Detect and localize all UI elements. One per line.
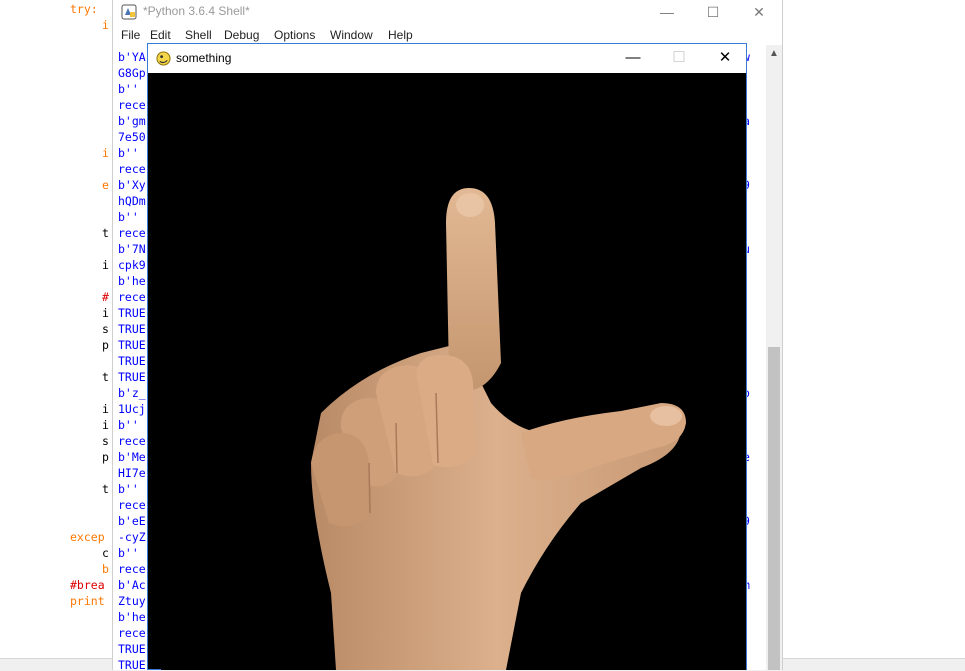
editor-line: e <box>102 178 109 192</box>
hand-l-sign-image <box>311 188 686 670</box>
shell-output-line: TRUE <box>118 370 146 384</box>
editor-line: c <box>102 546 109 560</box>
popup-image-canvas <box>161 73 746 670</box>
editor-line: i <box>102 18 109 32</box>
editor-window: try: i i e t i # i s p t i i s p t excep c b #brea print <box>0 0 112 658</box>
shell-output-line: TRUE <box>118 306 146 320</box>
editor-line: try: <box>70 2 98 16</box>
shell-output-line: b'YA <box>118 50 146 64</box>
shell-output-line: hQDm <box>118 194 146 208</box>
pygame-snake-icon <box>156 51 171 66</box>
shell-output-line: b'z_ <box>118 386 146 400</box>
shell-output-line: rece <box>118 498 146 512</box>
shell-output-line: rece <box>118 98 146 112</box>
shell-output-line: b'' <box>118 210 139 224</box>
popup-close-button[interactable]: ✕ <box>702 44 748 73</box>
idle-icon <box>121 4 137 20</box>
editor-line: p <box>102 338 109 352</box>
editor-line: i <box>102 306 109 320</box>
shell-output-line: b'Ac <box>118 578 146 592</box>
shell-output-line: TRUE <box>118 322 146 336</box>
shell-minimize-button[interactable]: — <box>644 0 690 26</box>
popup-title: something <box>176 51 232 65</box>
scroll-thumb[interactable] <box>768 347 780 670</box>
editor-line: t <box>102 370 109 384</box>
editor-line: t <box>102 226 109 240</box>
shell-output-line: b'eE <box>118 514 146 528</box>
editor-line: p <box>102 450 109 464</box>
editor-line: s <box>102 434 109 448</box>
menu-file[interactable]: File <box>121 28 140 42</box>
shell-output-line: b'he <box>118 610 146 624</box>
popup-title-bar[interactable]: something — ☐ ✕ <box>148 44 746 73</box>
shell-output-line: HI7e <box>118 466 146 480</box>
shell-output-line: b'' <box>118 546 139 560</box>
editor-line: # <box>102 290 109 304</box>
editor-line: b <box>102 562 109 576</box>
popup-minimize-button[interactable]: — <box>610 44 656 73</box>
shell-output-line: b'Me <box>118 450 146 464</box>
editor-code-area[interactable]: try: i i e t i # i s p t i i s p t excep c b #brea print <box>0 0 112 658</box>
menu-window[interactable]: Window <box>330 28 373 42</box>
menu-options[interactable]: Options <box>274 28 315 42</box>
menu-shell[interactable]: Shell <box>185 28 212 42</box>
shell-close-button[interactable]: ✕ <box>736 0 782 26</box>
editor-line: i <box>102 418 109 432</box>
shell-output-line: TRUE <box>118 354 146 368</box>
editor-line: print <box>70 594 105 608</box>
shell-output-line: cpk9 <box>118 258 146 272</box>
shell-output-line: 7e50 <box>118 130 146 144</box>
shell-output-line: b'he <box>118 274 146 288</box>
shell-output-line: b'' <box>118 82 139 96</box>
shell-output-line: G8Gp <box>118 66 146 80</box>
shell-output-line: b'' <box>118 146 139 160</box>
menu-edit[interactable]: Edit <box>150 28 171 42</box>
editor-line: #brea <box>70 578 105 592</box>
shell-maximize-button[interactable]: ☐ <box>690 0 736 26</box>
shell-output-line: rece <box>118 562 146 576</box>
shell-output-line: TRUE <box>118 658 146 670</box>
shell-title: *Python 3.6.4 Shell* <box>143 4 250 18</box>
shell-output-line: b'' <box>118 418 139 432</box>
shell-output-line: TRUE <box>118 338 146 352</box>
image-popup-window: something — ☐ ✕ <box>147 43 747 670</box>
shell-output-line: b'7N <box>118 242 146 256</box>
shell-output-line: rece <box>118 162 146 176</box>
shell-output-line: b'' <box>118 482 139 496</box>
shell-output-line: rece <box>118 626 146 640</box>
shell-output-line: TRUE <box>118 642 146 656</box>
shell-output-line: rece <box>118 290 146 304</box>
editor-line: excep <box>70 530 105 544</box>
menu-debug[interactable]: Debug <box>224 28 259 42</box>
editor-line: s <box>102 322 109 336</box>
editor-line: i <box>102 258 109 272</box>
popup-maximize-button[interactable]: ☐ <box>656 44 702 73</box>
shell-output-line: rece <box>118 226 146 240</box>
shell-output-line: -cyZ <box>118 530 146 544</box>
shell-scrollbar[interactable]: ▲ <box>766 45 782 670</box>
editor-line: i <box>102 146 109 160</box>
shell-output-line: 1Ucj <box>118 402 146 416</box>
shell-title-bar[interactable]: *Python 3.6.4 Shell* — ☐ ✕ <box>113 0 782 26</box>
scroll-up-arrow-icon[interactable]: ▲ <box>766 45 782 63</box>
editor-line: i <box>102 402 109 416</box>
shell-output-line: rece <box>118 434 146 448</box>
shell-output-line: Ztuy <box>118 594 146 608</box>
shell-output-line: b'Xy <box>118 178 146 192</box>
editor-line: t <box>102 482 109 496</box>
shell-output-line: b'gm <box>118 114 146 128</box>
menu-help[interactable]: Help <box>388 28 413 42</box>
